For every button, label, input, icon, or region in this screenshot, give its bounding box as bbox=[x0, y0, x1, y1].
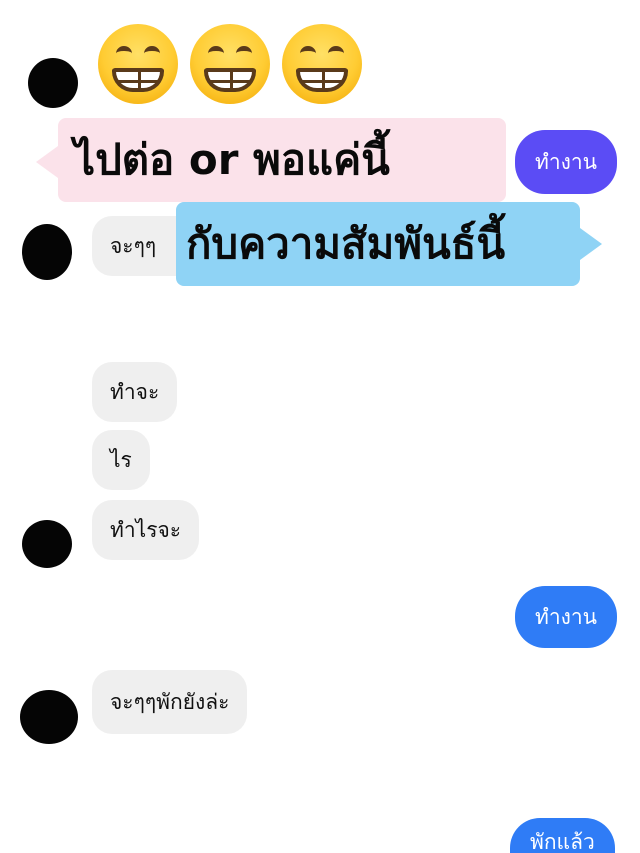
grinning-face-icon bbox=[190, 24, 270, 104]
message-text: ทำจะ bbox=[110, 379, 160, 404]
message-text: ทำงาน bbox=[535, 604, 598, 629]
caption-text: ไปต่อ or พอแค่นี้ bbox=[74, 135, 390, 184]
emoji-row bbox=[98, 24, 362, 104]
message-text: จะๆๆ bbox=[110, 233, 157, 258]
avatar[interactable] bbox=[28, 58, 78, 108]
message-text: ไร bbox=[110, 447, 132, 472]
message-bubble-received[interactable]: ทำจะ bbox=[92, 362, 178, 422]
message-bubble-received[interactable]: ทำไรจะ bbox=[92, 500, 200, 560]
overlay-caption-line2: กับความสัมพันธ์นี้ bbox=[176, 202, 602, 286]
caption-text: กับความสัมพันธ์นี้ bbox=[186, 219, 506, 268]
message-bubble-sent[interactable]: ทำงาน bbox=[515, 586, 618, 648]
grinning-face-icon bbox=[282, 24, 362, 104]
message-text: จะๆๆพักยังล่ะ bbox=[110, 689, 230, 714]
message-text: พักแล้ว bbox=[530, 830, 595, 853]
message-bubble-received[interactable]: จะๆๆพักยังล่ะ bbox=[92, 670, 248, 734]
message-bubble-sent[interactable]: ทำงาน bbox=[515, 130, 618, 194]
avatar[interactable] bbox=[20, 690, 78, 744]
avatar[interactable] bbox=[22, 520, 72, 568]
avatar[interactable] bbox=[22, 224, 72, 280]
grinning-face-icon bbox=[98, 24, 178, 104]
message-bubble-sent[interactable]: พักแล้ว bbox=[510, 818, 615, 853]
message-text: ทำงาน bbox=[535, 149, 598, 174]
overlay-caption-line1: ไปต่อ or พอแค่นี้ bbox=[36, 118, 506, 202]
message-bubble-received[interactable]: ไร bbox=[92, 430, 150, 490]
message-text: ทำไรจะ bbox=[110, 517, 182, 542]
